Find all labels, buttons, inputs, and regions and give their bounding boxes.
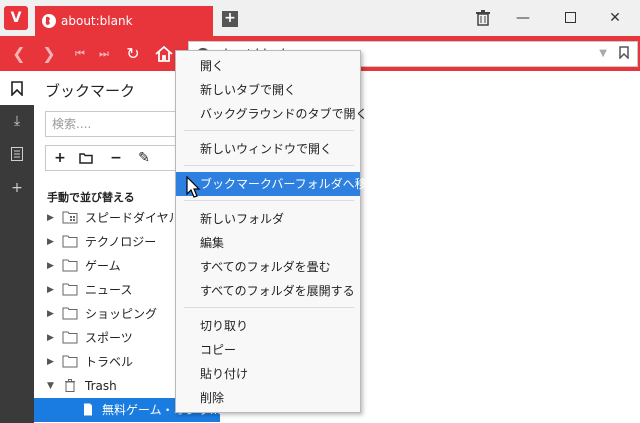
delete-button[interactable]: − [106, 149, 126, 167]
tree-item-label: スポーツ [85, 331, 133, 345]
menu-item-delete[interactable]: 削除 [176, 386, 360, 410]
tree-item-label: ニュース [85, 283, 133, 297]
folder-icon [62, 355, 78, 368]
trash-icon[interactable] [473, 8, 493, 28]
context-menu: 開く 新しいタブで開く バックグラウンドのタブで開く 新しいウィンドウで開く ブ… [175, 50, 379, 413]
expand-arrow-icon[interactable]: ▶ [47, 254, 54, 278]
menu-item-new-folder[interactable]: 新しいフォルダ [176, 207, 360, 231]
folder-icon [62, 235, 78, 248]
menu-item-expand-all[interactable]: すべてのフォルダを展開する [176, 279, 360, 303]
menu-item-open[interactable]: 開く [176, 54, 360, 78]
menu-separator [184, 307, 354, 308]
folder-icon [62, 283, 78, 296]
back-button[interactable]: ❮ [8, 43, 30, 65]
folder-icon [62, 307, 78, 320]
menu-item-collapse-all[interactable]: すべてのフォルダを畳む [176, 255, 360, 279]
forward-button[interactable]: ❯ [38, 43, 60, 65]
tree-item-label: ゲーム [85, 259, 121, 273]
speed-dial-folder-icon [62, 211, 78, 224]
home-button[interactable] [153, 43, 175, 65]
tab-about-blank[interactable]: about:blank [35, 6, 213, 36]
expand-arrow-icon[interactable]: ▶ [47, 326, 54, 350]
expand-arrow-icon[interactable]: ▶ [47, 278, 54, 302]
add-bookmark-button[interactable]: + [50, 149, 70, 167]
new-tab-button[interactable]: + [222, 11, 238, 27]
minimize-button[interactable]: — [513, 8, 533, 28]
trash-icon [65, 379, 75, 392]
folder-icon [62, 331, 78, 344]
mouse-cursor-icon [186, 176, 201, 198]
collapse-arrow-icon[interactable]: ▼ [47, 374, 54, 398]
menu-separator [184, 200, 354, 201]
folder-icon [62, 259, 78, 272]
menu-item-paste[interactable]: 貼り付け [176, 362, 360, 386]
tree-item-label: スピードダイヤル [85, 211, 181, 225]
menu-item-cut[interactable]: 切り取り [176, 314, 360, 338]
expand-arrow-icon[interactable]: ▶ [47, 206, 54, 230]
expand-arrow-icon[interactable]: ▶ [47, 350, 54, 374]
tab-title: about:blank [61, 14, 133, 28]
menu-item-open-in-new-window[interactable]: 新しいウィンドウで開く [176, 137, 360, 161]
sort-label: 手動で並び替える [47, 191, 135, 204]
add-panel-icon[interactable]: + [7, 178, 27, 198]
tree-item-label: ショッピング [85, 307, 158, 321]
menu-separator [184, 130, 354, 131]
bookmark-icon[interactable] [619, 46, 629, 63]
globe-icon [42, 14, 56, 28]
menu-item-move-to-bookmark-bar[interactable]: ブックマークバーフォルダへ移動 [176, 172, 379, 196]
expand-arrow-icon[interactable]: ▶ [47, 302, 54, 326]
tree-item-label: Trash [85, 379, 117, 393]
chevron-down-icon[interactable]: ▼ [599, 48, 607, 59]
panel-strip: ⤓ + [0, 71, 34, 423]
title-bar: V about:blank + — ✕ [0, 0, 640, 36]
panel-title: ブックマーク [45, 82, 136, 100]
fast-forward-button[interactable]: ⏭ [93, 43, 115, 65]
reload-button[interactable]: ↻ [122, 43, 144, 65]
close-window-button[interactable]: ✕ [605, 8, 625, 28]
menu-item-copy[interactable]: コピー [176, 338, 360, 362]
edit-button[interactable]: ✎ [134, 149, 154, 167]
rewind-button[interactable]: ⏮ [69, 43, 91, 65]
bookmarks-panel-icon[interactable] [0, 71, 34, 105]
vivaldi-menu-button[interactable]: V [4, 6, 28, 30]
expand-arrow-icon[interactable]: ▶ [47, 230, 54, 254]
new-folder-button[interactable] [76, 149, 96, 167]
menu-item-open-in-background-tab[interactable]: バックグラウンドのタブで開く [176, 102, 368, 126]
menu-item-open-in-new-tab[interactable]: 新しいタブで開く [176, 78, 360, 102]
notes-panel-icon[interactable] [7, 144, 27, 164]
menu-item-edit[interactable]: 編集 [176, 231, 360, 255]
downloads-panel-icon[interactable]: ⤓ [7, 111, 27, 131]
tree-item-label: テクノロジー [85, 235, 157, 249]
page-icon [84, 403, 92, 416]
tree-item-label: トラベル [85, 355, 134, 369]
menu-separator [184, 165, 354, 166]
maximize-button[interactable] [560, 8, 580, 28]
